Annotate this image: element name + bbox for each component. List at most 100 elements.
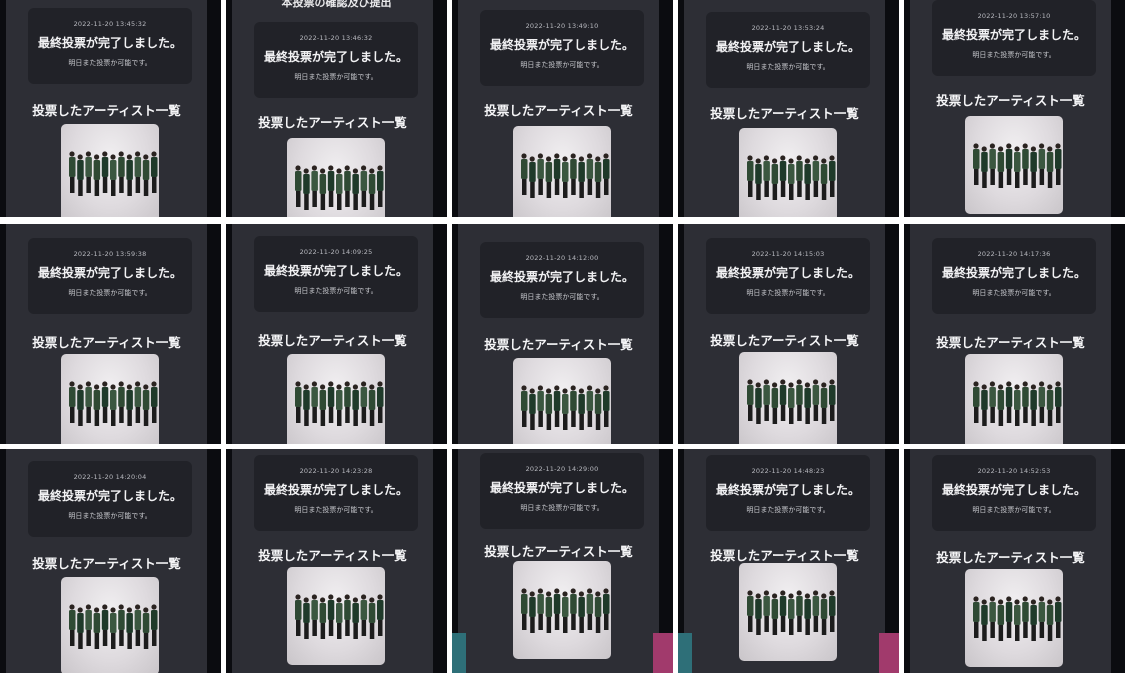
artist-group-photo[interactable] bbox=[739, 128, 837, 217]
completion-card: 2022-11-20 14:15:03 最終投票が完了しました。明日また投票か可能… bbox=[706, 238, 870, 314]
vote-result-screenshot: 2022-11-20 14:15:03 最終投票が完了しました。明日また投票か可能… bbox=[678, 224, 899, 444]
vote-timestamp: 2022-11-20 13:57:10 bbox=[977, 12, 1051, 20]
vote-timestamp: 2022-11-20 13:46:32 bbox=[299, 34, 373, 42]
completion-card: 2022-11-20 14:12:00 最終投票が完了しました。 明日また投票か可能… bbox=[480, 242, 644, 318]
vote-again-message: 明日また投票か可能です。 bbox=[68, 289, 152, 297]
completed-message: 最終投票が完了しました。 bbox=[941, 483, 1086, 497]
group-silhouette-image bbox=[521, 385, 610, 430]
group-silhouette-image bbox=[295, 381, 384, 426]
artist-group-photo[interactable] bbox=[513, 561, 611, 659]
vote-timestamp: 2022-11-20 13:59:38 bbox=[73, 250, 147, 258]
artist-group-photo[interactable] bbox=[61, 577, 159, 673]
voted-artists-title: 投票したアーティスト一覧 bbox=[32, 335, 181, 350]
group-silhouette-image bbox=[295, 594, 384, 639]
vote-timestamp: 2022-11-20 13:49:10 bbox=[525, 22, 599, 30]
completion-card: 2022-11-20 14:48:23 最終投票が完了しました。 明日また投票か可能… bbox=[706, 455, 870, 531]
group-silhouette-image bbox=[747, 379, 836, 424]
voted-artists-title: 投票したアーティスト一覧 bbox=[258, 115, 407, 130]
accent-strip bbox=[879, 633, 899, 673]
vote-again-message: 明日また投票か可能です。 bbox=[972, 289, 1056, 297]
completion-card: 2022-11-20 13:57:10 最終投票が完了しました。明日また投票か可能… bbox=[932, 0, 1096, 76]
accent-strip bbox=[653, 633, 673, 673]
vote-again-message: 明日また投票か可能です。 bbox=[520, 61, 604, 69]
completed-message: 最終投票が完了しました。 bbox=[489, 481, 634, 495]
vote-result-screenshot: 2022-11-20 13:57:10 最終投票が完了しました。明日また投票か可能… bbox=[904, 0, 1125, 217]
voted-artists-title: 投票したアーティスト一覧 bbox=[32, 103, 181, 118]
vote-timestamp: 2022-11-20 14:17:36 bbox=[977, 250, 1051, 258]
completed-message: 最終投票が完了しました。 bbox=[715, 266, 860, 280]
completed-message: 最終投票が完了しました。 bbox=[715, 483, 860, 497]
voted-artists-title: 投票したアーティスト一覧 bbox=[936, 335, 1085, 350]
vote-timestamp: 2022-11-20 13:45:32 bbox=[73, 20, 147, 28]
completed-message: 最終投票が完了しました。 bbox=[37, 266, 182, 280]
group-silhouette-image bbox=[747, 590, 836, 635]
vote-result-screenshot: 2022-11-20 14:23:28 最終投票が完了しました。 明日また投票か可能… bbox=[226, 449, 447, 673]
completion-card: 2022-11-20 13:53:24 最終投票が完了しました。 明日また投票か可能… bbox=[706, 12, 870, 88]
completion-card: 2022-11-20 14:20:04 最終投票が完了しました。 明日また投票か可能… bbox=[28, 461, 192, 537]
vote-result-screenshot: 2022-11-20 13:45:32 最終投票が完了しました。明日また投票か可能… bbox=[0, 0, 221, 217]
vote-timestamp: 2022-11-20 14:15:03 bbox=[751, 250, 825, 258]
vote-result-screenshot: 2022-11-20 14:17:36 最終投票が完了しました。 明日また投票か可能… bbox=[904, 224, 1125, 444]
artist-group-photo[interactable] bbox=[513, 358, 611, 444]
completed-message: 最終投票が完了しました。 bbox=[715, 40, 860, 54]
vote-result-screenshot: 2022-11-20 14:52:53 最終投票が完了しました。明日また投票か可能… bbox=[904, 449, 1125, 673]
vote-again-message: 明日また投票か可能です。 bbox=[972, 506, 1056, 514]
artist-group-photo[interactable] bbox=[287, 567, 385, 665]
group-silhouette-image bbox=[521, 588, 610, 633]
completed-message: 最終投票が完了しました。 bbox=[489, 38, 634, 52]
completed-message: 最終投票が完了しました。 bbox=[263, 50, 408, 64]
completed-message: 最終投票が完了しました。 bbox=[37, 489, 182, 503]
voted-artists-title: 投票したアーティスト一覧 bbox=[710, 548, 859, 563]
completion-card: 2022-11-20 14:17:36 最終投票が完了しました。 明日また投票か可能… bbox=[932, 238, 1096, 314]
group-silhouette-image bbox=[973, 143, 1062, 188]
vote-result-screenshot: 2022-11-20 14:20:04 最終投票が完了しました。 明日また投票か可能… bbox=[0, 449, 221, 673]
vote-timestamp: 2022-11-20 14:09:25 bbox=[299, 248, 373, 256]
group-silhouette-image bbox=[69, 604, 158, 649]
artist-group-photo[interactable] bbox=[965, 354, 1063, 444]
group-silhouette-image bbox=[973, 381, 1062, 426]
artist-group-photo[interactable] bbox=[739, 563, 837, 661]
vote-again-message: 明日また投票か可能です。 bbox=[520, 504, 604, 512]
vote-result-screenshot: 2022-11-20 14:29:00 最終投票が完了しました。明日また投票か可能… bbox=[452, 449, 673, 673]
vote-again-message: 明日また投票か可能です。 bbox=[294, 73, 378, 81]
vote-timestamp: 2022-11-20 14:29:00 bbox=[525, 465, 599, 473]
completed-message: 最終投票が完了しました。 bbox=[37, 36, 182, 50]
completion-card: 2022-11-20 14:09:25 最終投票が完了しました。 明日また投票か可能… bbox=[254, 236, 418, 312]
artist-group-photo[interactable] bbox=[513, 126, 611, 217]
vote-result-screenshot: 2022-11-20 13:59:38 最終投票が完了しました。明日また投票か可能… bbox=[0, 224, 221, 444]
group-silhouette-image bbox=[69, 381, 158, 426]
artist-group-photo[interactable] bbox=[965, 569, 1063, 667]
voted-artists-title: 投票したアーティスト一覧 bbox=[936, 550, 1085, 565]
vote-timestamp: 2022-11-20 14:23:28 bbox=[299, 467, 373, 475]
artist-group-photo[interactable] bbox=[287, 138, 385, 217]
accent-strip bbox=[678, 633, 692, 673]
vote-again-message: 明日また投票か可能です。 bbox=[68, 59, 152, 67]
vote-timestamp: 2022-11-20 14:20:04 bbox=[73, 473, 147, 481]
vote-result-screenshot: 本投票の確認及び提出 2022-11-20 13:46:32 最終投票が完了しました… bbox=[226, 0, 447, 217]
completed-message: 最終投票が完了しました。 bbox=[263, 264, 408, 278]
artist-group-photo[interactable] bbox=[287, 354, 385, 444]
artist-group-photo[interactable] bbox=[739, 352, 837, 444]
group-silhouette-image bbox=[747, 155, 836, 200]
completed-message: 最終投票が完了しました。 bbox=[941, 28, 1086, 42]
vote-again-message: 明日また投票か可能です。 bbox=[520, 293, 604, 301]
voted-artists-title: 投票したアーティスト一覧 bbox=[936, 93, 1085, 108]
voted-artists-title: 投票したアーティスト一覧 bbox=[32, 556, 181, 571]
accent-strip bbox=[452, 633, 466, 673]
voted-artists-title: 投票したアーティスト一覧 bbox=[258, 548, 407, 563]
voted-artists-title: 投票したアーティスト一覧 bbox=[710, 333, 859, 348]
artist-group-photo[interactable] bbox=[61, 354, 159, 444]
vote-timestamp: 2022-11-20 14:52:53 bbox=[977, 467, 1051, 475]
section-heading: 本投票の確認及び提出 bbox=[281, 0, 392, 9]
artist-group-photo[interactable] bbox=[965, 116, 1063, 214]
completion-card: 2022-11-20 13:45:32 最終投票が完了しました。明日また投票か可能… bbox=[28, 8, 192, 84]
vote-result-screenshot: 2022-11-20 13:53:24 最終投票が完了しました。 明日また投票か可能… bbox=[678, 0, 899, 217]
completion-card: 2022-11-20 13:49:10 最終投票が完了しました。明日また投票か可能… bbox=[480, 10, 644, 86]
vote-again-message: 明日また投票か可能です。 bbox=[746, 289, 830, 297]
artist-group-photo[interactable] bbox=[61, 124, 159, 217]
vote-again-message: 明日また投票か可能です。 bbox=[972, 51, 1056, 59]
group-silhouette-image bbox=[295, 165, 384, 210]
voted-artists-title: 投票したアーティスト一覧 bbox=[484, 337, 633, 352]
completion-card: 2022-11-20 13:59:38 最終投票が完了しました。明日また投票か可能… bbox=[28, 238, 192, 314]
vote-result-screenshot: 2022-11-20 14:12:00 最終投票が完了しました。 明日また投票か可能… bbox=[452, 224, 673, 444]
